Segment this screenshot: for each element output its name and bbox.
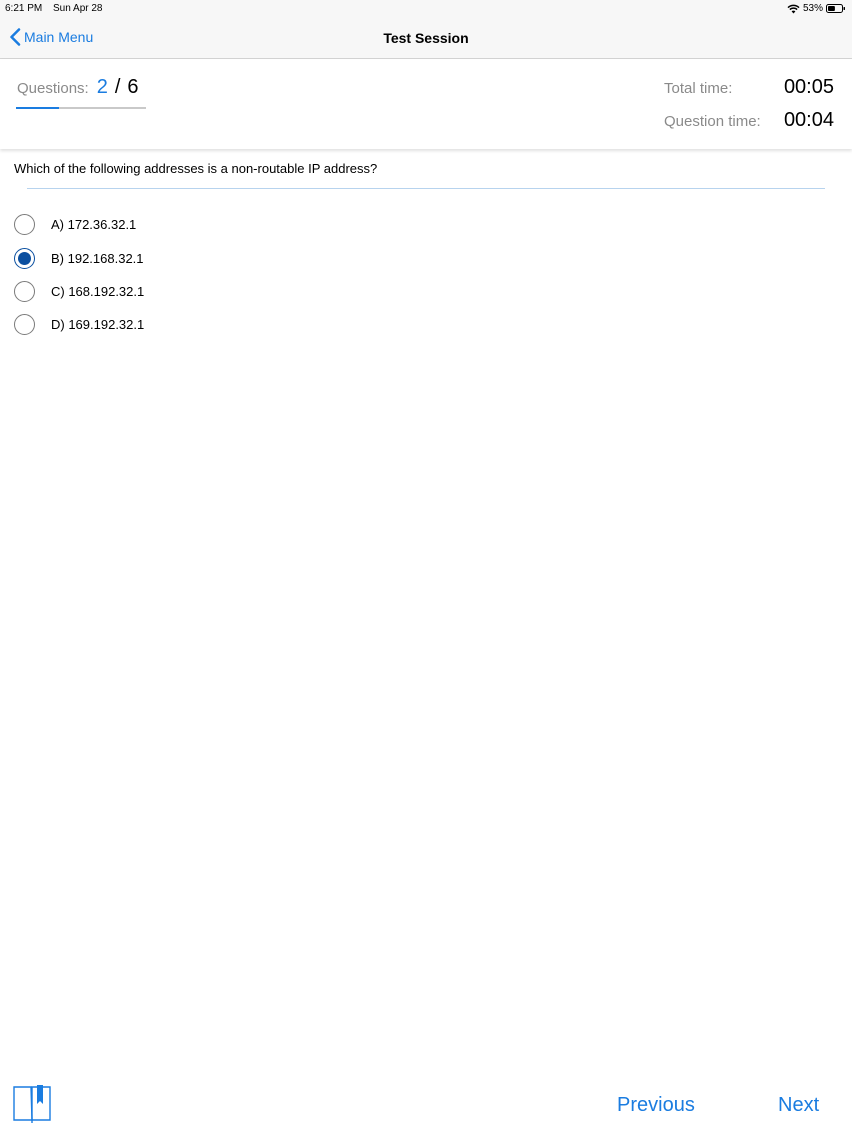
battery-icon bbox=[826, 4, 845, 13]
radio-selected-dot bbox=[18, 251, 31, 265]
questions-label: Questions: bbox=[17, 80, 89, 97]
bookmark-button[interactable] bbox=[12, 1084, 52, 1124]
answer-label: C) 168.192.32.1 bbox=[51, 283, 145, 299]
previous-button[interactable]: Previous bbox=[617, 1094, 695, 1117]
page-title: Test Session bbox=[383, 30, 469, 46]
question-progress-fill bbox=[16, 107, 60, 109]
answer-option-c[interactable]: C) 168.192.32.1 bbox=[14, 275, 144, 308]
wifi-icon bbox=[787, 4, 800, 13]
current-question-number: 2 bbox=[96, 76, 108, 98]
answer-label: B) 192.168.32.1 bbox=[51, 250, 144, 266]
next-button[interactable]: Next bbox=[778, 1094, 819, 1117]
status-date: Sun Apr 28 bbox=[53, 3, 103, 14]
question-time-value: 00:04 bbox=[783, 109, 834, 131]
answer-option-a[interactable]: A) 172.36.32.1 bbox=[14, 208, 144, 241]
navigation-bar: Main Menu Test Session bbox=[0, 18, 852, 59]
radio-button[interactable] bbox=[14, 247, 35, 269]
answer-label: D) 169.192.32.1 bbox=[51, 317, 145, 333]
status-indicators: 53% bbox=[787, 3, 846, 14]
radio-button[interactable] bbox=[14, 214, 35, 236]
question-divider bbox=[27, 188, 825, 189]
total-time-value: 00:05 bbox=[783, 76, 834, 98]
status-bar: 6:21 PM Sun Apr 28 53% bbox=[0, 0, 852, 18]
battery-percentage: 53% bbox=[802, 3, 823, 14]
total-question-count: 6 bbox=[127, 76, 139, 98]
status-time: 6:21 PM bbox=[5, 3, 43, 14]
total-time-label: Total time: bbox=[664, 80, 733, 97]
question-progress-bar bbox=[16, 107, 146, 109]
question-count-separator: / bbox=[114, 76, 121, 98]
answer-list: A) 172.36.32.1 B) 192.168.32.1 C) 168.19… bbox=[14, 208, 144, 342]
question-time-label: Question time: bbox=[664, 113, 761, 130]
answer-label: A) 172.36.32.1 bbox=[51, 217, 137, 233]
answer-option-b[interactable]: B) 192.168.32.1 bbox=[14, 241, 144, 274]
session-header: Questions: 2 / 6 Total time: 00:05 Quest… bbox=[0, 59, 852, 149]
radio-button[interactable] bbox=[14, 280, 35, 302]
answer-option-d[interactable]: D) 169.192.32.1 bbox=[14, 308, 144, 341]
bookmark-book-icon bbox=[13, 1085, 51, 1123]
question-text: Which of the following addresses is a no… bbox=[14, 161, 378, 176]
question-counter: Questions: 2 / 6 bbox=[17, 76, 139, 99]
radio-button[interactable] bbox=[14, 314, 35, 336]
